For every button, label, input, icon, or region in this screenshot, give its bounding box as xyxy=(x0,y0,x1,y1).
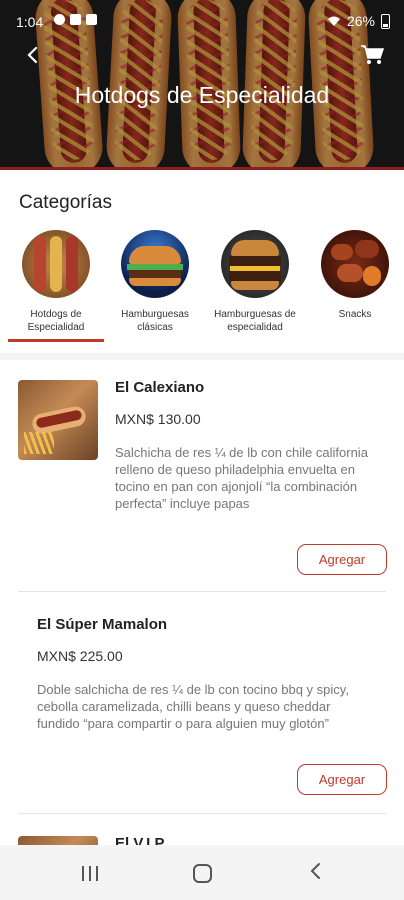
categories-heading: Categorías xyxy=(19,192,112,213)
battery-icon xyxy=(381,13,390,29)
hero-header: 1:04 26% Hotdogs de Especialidad xyxy=(0,0,404,170)
divider xyxy=(18,591,386,592)
product-description: Doble salchicha de res ¼ de lb con tocin… xyxy=(37,682,349,731)
category-image xyxy=(22,230,90,298)
selected-category-indicator xyxy=(8,339,104,342)
home-button[interactable] xyxy=(193,864,212,883)
product-price: MXN$ 130.00 xyxy=(115,411,201,427)
product-name: El V.I.P. xyxy=(115,835,167,845)
category-label: Hamburguesas clásicas xyxy=(121,309,189,333)
category-label: Snacks xyxy=(338,309,372,320)
image-icon xyxy=(70,14,81,25)
product-image xyxy=(18,380,98,460)
system-navigation-bar xyxy=(0,845,404,900)
category-image xyxy=(121,230,189,298)
cart-icon xyxy=(361,45,385,64)
categories-section: Categorías Hotdogs de Especialidad Hambu… xyxy=(0,170,404,353)
category-hamburguesas-clasicas[interactable]: Hamburguesas clásicas xyxy=(105,230,205,334)
category-hamburguesas-especialidad[interactable]: Hamburguesas de especialidad xyxy=(205,230,305,334)
product-name: El Súper Mamalon xyxy=(37,616,168,633)
cart-button[interactable] xyxy=(360,44,385,66)
chevron-left-icon xyxy=(27,46,38,64)
back-button[interactable] xyxy=(20,42,46,68)
add-button[interactable]: Agregar xyxy=(297,544,387,575)
status-bar: 1:04 26% xyxy=(0,0,404,44)
category-label: Hamburguesas de especialidad xyxy=(214,309,296,333)
product-name: El Calexiano xyxy=(115,379,205,396)
divider xyxy=(18,813,386,814)
add-button[interactable]: Agregar xyxy=(297,764,387,795)
product-image xyxy=(18,836,98,845)
wifi-icon xyxy=(327,16,340,26)
notification-icon xyxy=(54,14,65,25)
back-icon xyxy=(310,863,320,879)
product-list[interactable]: El Calexiano MXN$ 130.00 Salchicha de re… xyxy=(0,360,404,845)
product-description: Salchicha de res ¼ de lb con chile calif… xyxy=(115,445,368,511)
battery-percentage: 26% xyxy=(346,13,375,29)
message-icon xyxy=(86,14,97,25)
page-title: Hotdogs de Especialidad xyxy=(74,82,330,108)
category-label: Hotdogs de Especialidad xyxy=(27,309,85,333)
system-back-button[interactable] xyxy=(308,861,322,887)
recent-apps-button[interactable] xyxy=(82,866,98,881)
category-hotdogs-especialidad[interactable]: Hotdogs de Especialidad xyxy=(6,230,106,334)
category-image xyxy=(221,230,289,298)
product-price: MXN$ 225.00 xyxy=(37,648,123,664)
status-time: 1:04 xyxy=(16,14,44,30)
category-snacks[interactable]: Snacks xyxy=(305,230,404,321)
category-image xyxy=(321,230,389,298)
